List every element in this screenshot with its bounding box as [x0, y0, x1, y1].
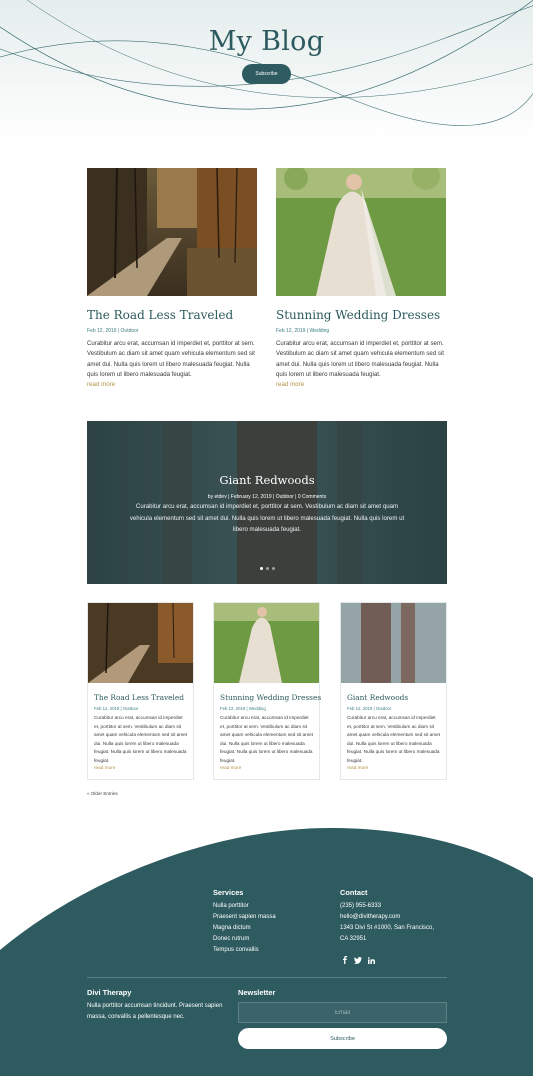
services-item[interactable]: Magna dictum — [213, 923, 276, 934]
featured-post: The Road Less Traveled Feb 12, 2019 | Ou… — [87, 168, 257, 388]
footer-divider — [87, 977, 447, 978]
services-item[interactable]: Praesent sapien massa — [213, 912, 276, 923]
post-card: Giant Redwoods Feb 12, 2019 | Outdoor Cu… — [340, 602, 447, 780]
card-title[interactable]: Stunning Wedding Dresses — [220, 693, 321, 702]
card-meta[interactable]: Feb 12, 2019 | Wedding — [220, 706, 319, 711]
slide-excerpt: Curabitur arcu erat, accumsan id imperdi… — [129, 503, 405, 533]
services-list: Nulla porttitor Praesent sapien massa Ma… — [213, 901, 276, 956]
post-title[interactable]: The Road Less Traveled — [87, 308, 257, 322]
post-meta[interactable]: Feb 12, 2019 | Wedding — [276, 328, 446, 334]
subscribe-button[interactable]: Subscribe — [242, 64, 291, 84]
read-more-link[interactable]: read more — [87, 381, 257, 388]
read-more-link[interactable]: read more — [347, 765, 446, 770]
slider-dot[interactable] — [265, 567, 269, 570]
contact-phone: (235) 955-6333 — [340, 903, 382, 909]
card-meta[interactable]: Feb 12, 2019 | Outdoor — [94, 706, 193, 711]
contact-heading: Contact — [340, 888, 368, 897]
post-meta[interactable]: Feb 12, 2019 | Outdoor — [87, 328, 257, 334]
read-more-link[interactable]: read more — [220, 765, 319, 770]
post-thumbnail-road[interactable] — [87, 168, 257, 296]
post-slider[interactable]: Giant Redwoods by etdev | February 12, 2… — [87, 421, 447, 584]
page-header: My Blog Subscribe — [0, 0, 533, 140]
read-more-link[interactable]: read more — [94, 765, 193, 770]
facebook-icon[interactable] — [340, 955, 350, 965]
newsletter-heading: Newsletter — [238, 988, 276, 997]
card-title[interactable]: The Road Less Traveled — [94, 693, 193, 702]
services-item[interactable]: Tempus convallis — [213, 945, 276, 956]
page-title: My Blog — [208, 26, 325, 57]
card-excerpt: Curabitur arcu erat, accumsan id imperdi… — [347, 715, 441, 763]
twitter-icon[interactable] — [353, 955, 363, 965]
post-excerpt: Curabitur arcu erat, accumsan id imperdi… — [276, 340, 444, 378]
slide-meta: by etdev | February 12, 2019 | Outdoor |… — [207, 494, 327, 500]
newsletter-subscribe-button[interactable]: Subscribe — [238, 1028, 447, 1049]
card-excerpt: Curabitur arcu erat, accumsan id imperdi… — [94, 715, 188, 763]
read-more-link[interactable]: read more — [276, 381, 446, 388]
post-card: The Road Less Traveled Feb 12, 2019 | Ou… — [87, 602, 194, 780]
services-item[interactable]: Nulla porttitor — [213, 901, 276, 912]
slider-pagination — [87, 567, 447, 570]
contact-email[interactable]: hello@divitherapy.com — [340, 912, 434, 923]
email-field[interactable] — [238, 1002, 447, 1023]
featured-post: Stunning Wedding Dresses Feb 12, 2019 | … — [276, 168, 446, 388]
services-heading: Services — [213, 888, 244, 897]
post-thumbnail-wedding[interactable] — [276, 168, 446, 296]
card-excerpt: Curabitur arcu erat, accumsan id imperdi… — [220, 715, 314, 763]
slider-dot[interactable] — [259, 567, 263, 570]
slider-dot[interactable] — [271, 567, 275, 570]
about-heading: Divi Therapy — [87, 988, 132, 997]
slide-title[interactable]: Giant Redwoods — [87, 473, 447, 487]
card-thumbnail-road[interactable] — [88, 603, 193, 683]
card-meta[interactable]: Feb 12, 2019 | Outdoor — [347, 706, 446, 711]
card-title[interactable]: Giant Redwoods — [347, 693, 446, 702]
older-entries-link[interactable]: « Older Entries — [87, 791, 118, 796]
services-item[interactable]: Donec rutrum — [213, 934, 276, 945]
about-text: Nulla porttitor accumsan tincidunt. Prae… — [87, 1003, 223, 1020]
card-thumbnail-redwoods[interactable] — [341, 603, 446, 683]
post-excerpt: Curabitur arcu erat, accumsan id imperdi… — [87, 340, 255, 378]
card-thumbnail-wedding[interactable] — [214, 603, 319, 683]
post-card: Stunning Wedding Dresses Feb 12, 2019 | … — [213, 602, 321, 780]
contact-address: CA 32951 — [340, 936, 367, 942]
post-title[interactable]: Stunning Wedding Dresses — [276, 308, 446, 322]
contact-info: (235) 955-6333 hello@divitherapy.com 134… — [340, 901, 434, 945]
linkedin-icon[interactable] — [366, 955, 376, 965]
contact-address: 1343 Divi St #1000, San Francisco, — [340, 925, 435, 931]
